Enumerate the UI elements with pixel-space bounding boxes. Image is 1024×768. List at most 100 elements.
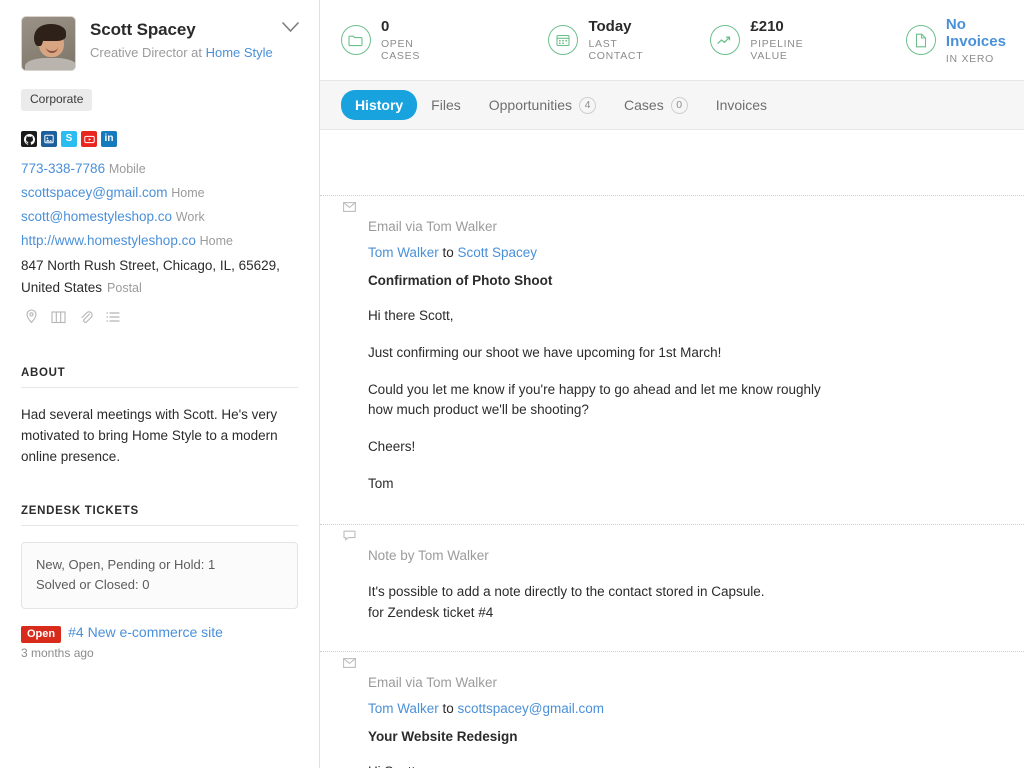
skype-icon[interactable]: S — [61, 131, 77, 147]
contact-tag[interactable]: Corporate — [21, 89, 93, 111]
list-icon[interactable] — [106, 310, 120, 328]
stat-last-contact[interactable]: Today LAST CONTACT — [548, 18, 669, 62]
zendesk-divider — [21, 525, 298, 526]
feed-item-paragraph: for Zendesk ticket #4 — [367, 605, 494, 620]
stat-label: PIPELINE VALUE — [750, 38, 804, 62]
tab-cases[interactable]: Cases 0 — [610, 90, 702, 121]
history-feed: Email via Tom Walker Tom Walker to Scott… — [319, 130, 1024, 768]
youtube-icon[interactable] — [81, 131, 97, 147]
contact-details: 773-338-7786 Mobile scottspacey@gmail.co… — [0, 147, 319, 299]
address-line-2: United States — [21, 280, 103, 295]
paperclip-icon[interactable] — [79, 310, 93, 329]
feed-item-subject: Your Website Redesign — [367, 729, 518, 744]
tab-label: Invoices — [715, 97, 768, 113]
feed-item-to[interactable]: scottspacey@gmail.com — [457, 701, 604, 716]
feed-item-body: It's possible to add a note directly to … — [368, 581, 984, 623]
feed-item-to-word: to — [438, 701, 458, 716]
feed-item-paragraph: Just confirming our shoot we have upcomi… — [367, 345, 722, 360]
feed-item-kind: Email via Tom Walker — [367, 219, 497, 234]
detail-website: http://www.homestyleshop.co Home — [21, 229, 298, 253]
avatar[interactable] — [21, 16, 76, 71]
zendesk-ticket: Open #4 New e-commerce site — [0, 609, 319, 643]
feed-item-from[interactable]: Tom Walker — [368, 245, 439, 260]
envelope-icon — [342, 655, 356, 673]
map-icon[interactable] — [51, 310, 66, 329]
address-label: Postal — [107, 281, 142, 295]
detail-value[interactable]: http://www.homestyleshop.co — [21, 233, 196, 248]
contact-role: Creative Director at Home Style — [90, 44, 282, 61]
document-icon — [905, 25, 936, 55]
social-links: S in — [0, 111, 319, 147]
tab-label: Files — [431, 97, 461, 113]
stat-value: 0 — [380, 18, 390, 35]
feed-item-kind: Note by Tom Walker — [367, 548, 489, 563]
about-text: Had several meetings with Scott. He's ve… — [21, 407, 278, 464]
chevron-down-icon[interactable] — [282, 16, 299, 33]
zendesk-ticket-link[interactable]: #4 New e-commerce site — [68, 623, 223, 641]
detail-label: Home — [199, 234, 233, 248]
feed-item-kind: Email via Tom Walker — [367, 675, 497, 690]
stat-pipeline-value[interactable]: £210 PIPELINE VALUE — [710, 18, 837, 62]
contact-organisation-link[interactable]: Home Style — [206, 45, 273, 60]
tab-invoices[interactable]: Invoices — [702, 90, 781, 120]
flickr-icon[interactable] — [41, 131, 57, 147]
feed-item-parties: Tom Walker to scottspacey@gmail.com — [368, 700, 984, 717]
zendesk-heading: ZENDESK TICKETS — [21, 505, 139, 517]
envelope-icon — [342, 199, 356, 217]
feed-item-paragraph: Cheers! — [367, 439, 416, 454]
tab-bar: History Files Opportunities 4 Cases 0 Invo… — [319, 80, 1024, 130]
tab-label: Cases — [624, 97, 664, 113]
tab-count: 0 — [670, 96, 688, 114]
tab-opportunities[interactable]: Opportunities 4 — [475, 90, 610, 121]
stats-bar: 0 OPEN CASES Today LAST CONTACT £210 PIP… — [320, 0, 1024, 80]
about-heading: ABOUT — [21, 367, 66, 379]
feed-item-to-word: to — [438, 245, 458, 260]
detail-value[interactable]: 773-338-7786 — [21, 161, 105, 176]
feed-item-email-1: Email via Tom Walker Tom Walker to Scott… — [320, 196, 1024, 524]
feed-item-subject: Confirmation of Photo Shoot — [367, 273, 553, 288]
zendesk-solved-count: Solved or Closed: 0 — [36, 577, 150, 592]
address-line-1: 847 North Rush Street, Chicago, IL, 6562… — [21, 258, 280, 273]
tab-label: Opportunities — [488, 97, 573, 113]
main-panel: 0 OPEN CASES Today LAST CONTACT £210 PIP… — [319, 0, 1024, 768]
zendesk-summary-box: New, Open, Pending or Hold: 1 Solved or … — [21, 542, 298, 609]
tab-files[interactable]: Files — [417, 90, 475, 120]
status-badge: Open — [21, 626, 62, 643]
feed-item-to[interactable]: Scott Spacey — [457, 245, 537, 260]
feed-item-paragraph: Tom — [367, 476, 394, 491]
feed-item-body: Hi there Scott, Just confirming our shoo… — [368, 306, 984, 494]
zendesk-ticket-time: 3 months ago — [21, 646, 94, 660]
tag-row: Corporate — [0, 71, 319, 111]
detail-value[interactable]: scott@homestyleshop.co — [21, 209, 172, 224]
contact-header: Scott Spacey Creative Director at Home S… — [0, 0, 319, 71]
contact-identity: Scott Spacey Creative Director at Home S… — [76, 16, 282, 61]
trend-line-icon — [710, 25, 741, 55]
detail-label: Home — [171, 186, 205, 200]
stat-value[interactable]: No Invoices — [946, 16, 1024, 50]
feed-item-paragraph: Hi Scott, — [368, 762, 984, 768]
feed-item-paragraph: Could you let me know if you're happy to… — [367, 382, 821, 417]
stat-label: IN XERO — [945, 52, 994, 65]
github-icon[interactable] — [21, 131, 37, 147]
linkedin-icon[interactable]: in — [101, 131, 117, 147]
stat-label: OPEN CASES — [380, 38, 421, 62]
contact-name: Scott Spacey — [90, 20, 196, 39]
feed-item-paragraph: It's possible to add a note directly to … — [367, 584, 765, 599]
stat-invoices[interactable]: No Invoices IN XERO — [905, 16, 1024, 65]
stat-value: Today — [588, 18, 632, 35]
zendesk-open-count: New, Open, Pending or Hold: 1 — [36, 557, 216, 572]
feed-item-from[interactable]: Tom Walker — [368, 701, 439, 716]
folder-icon — [340, 25, 371, 55]
contact-sidebar: Scott Spacey Creative Director at Home S… — [0, 0, 320, 768]
feed-item-email-2: Email via Tom Walker Tom Walker to scott… — [320, 652, 1024, 768]
calendar-icon — [548, 25, 579, 55]
location-pin-icon[interactable] — [25, 309, 38, 329]
tab-history[interactable]: History — [340, 90, 418, 120]
detail-value[interactable]: scottspacey@gmail.com — [21, 185, 168, 200]
stat-open-cases[interactable]: 0 OPEN CASES — [340, 18, 451, 62]
detail-email-home: scottspacey@gmail.com Home — [21, 181, 298, 205]
detail-label: Work — [175, 210, 205, 224]
tab-label: History — [354, 97, 404, 113]
tab-count: 4 — [579, 96, 597, 114]
contact-page: Scott Spacey Creative Director at Home S… — [0, 0, 1024, 768]
